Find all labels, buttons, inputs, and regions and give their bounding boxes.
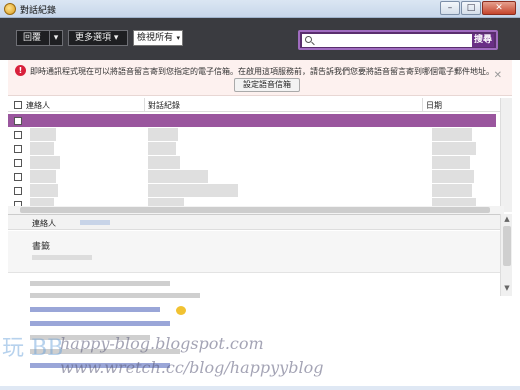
alert-icon: !	[15, 65, 26, 76]
blurred-message-line	[30, 281, 170, 286]
blurred-message	[148, 170, 208, 183]
search-icon	[305, 36, 312, 43]
blurred-contact-name	[80, 220, 110, 225]
blurred-message-line	[30, 349, 180, 354]
chevron-down-icon: ▾	[176, 34, 180, 42]
scroll-thumb[interactable]	[503, 226, 511, 266]
scroll-up-icon[interactable]: ▲	[502, 215, 512, 225]
row-checkbox[interactable]	[14, 145, 22, 153]
blurred-contact	[30, 156, 60, 169]
blurred-date	[432, 128, 472, 141]
reply-button[interactable]: 回覆	[16, 30, 50, 46]
blurred-message	[148, 128, 178, 141]
divider	[8, 229, 504, 230]
blurred-subtitle	[32, 255, 92, 260]
blurred-contact	[30, 184, 58, 197]
row-checkbox[interactable]	[14, 173, 22, 181]
maximize-button[interactable]: □	[461, 1, 481, 15]
row-checkbox[interactable]	[14, 117, 22, 125]
blurred-date	[432, 142, 476, 155]
blurred-contact	[30, 128, 56, 141]
preview-header-block: 書籤	[8, 231, 504, 273]
table-row[interactable]	[8, 128, 496, 141]
window-title: 對話紀錄	[20, 6, 57, 16]
select-all-checkbox[interactable]	[14, 101, 22, 109]
search-input[interactable]	[302, 34, 472, 47]
row-checkbox[interactable]	[14, 131, 22, 139]
scroll-down-icon[interactable]: ▼	[502, 284, 512, 294]
window-bottom-edge	[0, 386, 520, 390]
blurred-message-line	[30, 363, 170, 368]
column-contact[interactable]: 連絡人	[26, 100, 50, 111]
close-button[interactable]: ✕	[482, 1, 516, 15]
view-filter-select[interactable]: 檢視所有 ▾	[133, 30, 183, 46]
table-row[interactable]	[8, 170, 496, 183]
blurred-date	[432, 184, 472, 197]
blurred-contact	[30, 142, 54, 155]
conversation-preview: 連絡人 書籤	[8, 214, 504, 384]
title-bar: 對話紀錄 – □ ✕	[0, 0, 520, 18]
search-box: 搜尋	[298, 30, 498, 50]
scroll-thumb[interactable]	[20, 207, 490, 213]
conversation-list	[8, 112, 496, 212]
list-scrollbar[interactable]	[500, 98, 512, 212]
table-row[interactable]	[8, 184, 496, 197]
column-date[interactable]: 日期	[426, 100, 442, 111]
preview-title: 書籤	[32, 242, 51, 252]
blurred-message	[148, 184, 238, 197]
view-filter-value: 檢視所有	[137, 33, 174, 43]
table-row[interactable]	[8, 114, 496, 127]
close-icon[interactable]: ✕	[494, 70, 502, 81]
blurred-date	[432, 156, 470, 169]
blurred-contact	[30, 170, 56, 183]
minimize-button[interactable]: –	[440, 1, 460, 15]
table-row[interactable]	[8, 142, 496, 155]
preview-scrollbar[interactable]: ▲ ▼	[500, 214, 512, 296]
reply-dropdown-button[interactable]: ▾	[49, 30, 63, 46]
voicemail-notice: ! 即時通訊程式現在可以將語音留言寄到您指定的電子信箱。在啟用這項服務前，請告訴…	[8, 60, 512, 96]
column-divider	[422, 98, 423, 112]
row-checkbox[interactable]	[14, 159, 22, 167]
app-icon	[4, 3, 16, 15]
blurred-message	[148, 142, 176, 155]
blurred-date	[432, 170, 474, 183]
blurred-message	[148, 156, 180, 169]
column-divider	[144, 98, 145, 112]
column-conversation[interactable]: 對話紀錄	[148, 100, 180, 111]
more-options-button[interactable]: 更多選項 ▾	[68, 30, 128, 46]
notice-text: 即時通訊程式現在可以將語音留言寄到您指定的電子信箱。在啟用這項服務前，請告訴我們…	[30, 67, 494, 76]
contact-label: 連絡人	[32, 219, 56, 228]
preview-messages	[8, 273, 504, 385]
preview-contact-row: 連絡人	[8, 215, 504, 229]
window-controls: – □ ✕	[440, 1, 516, 15]
setup-voicemail-button[interactable]: 設定語音信箱	[234, 78, 300, 92]
blurred-message-line	[30, 293, 200, 298]
search-button[interactable]: 搜尋	[472, 34, 494, 47]
table-row[interactable]	[8, 156, 496, 169]
emoticon-icon	[176, 306, 186, 315]
list-header: 連絡人 對話紀錄 日期	[8, 98, 500, 112]
blurred-message-line	[30, 307, 160, 312]
blurred-message-line	[30, 321, 170, 326]
row-checkbox[interactable]	[14, 187, 22, 195]
toolbar: 回覆 ▾ 更多選項 ▾ 檢視所有 ▾ 搜尋	[0, 18, 520, 60]
horizontal-scrollbar[interactable]	[8, 206, 504, 214]
blurred-message-line	[30, 335, 150, 340]
